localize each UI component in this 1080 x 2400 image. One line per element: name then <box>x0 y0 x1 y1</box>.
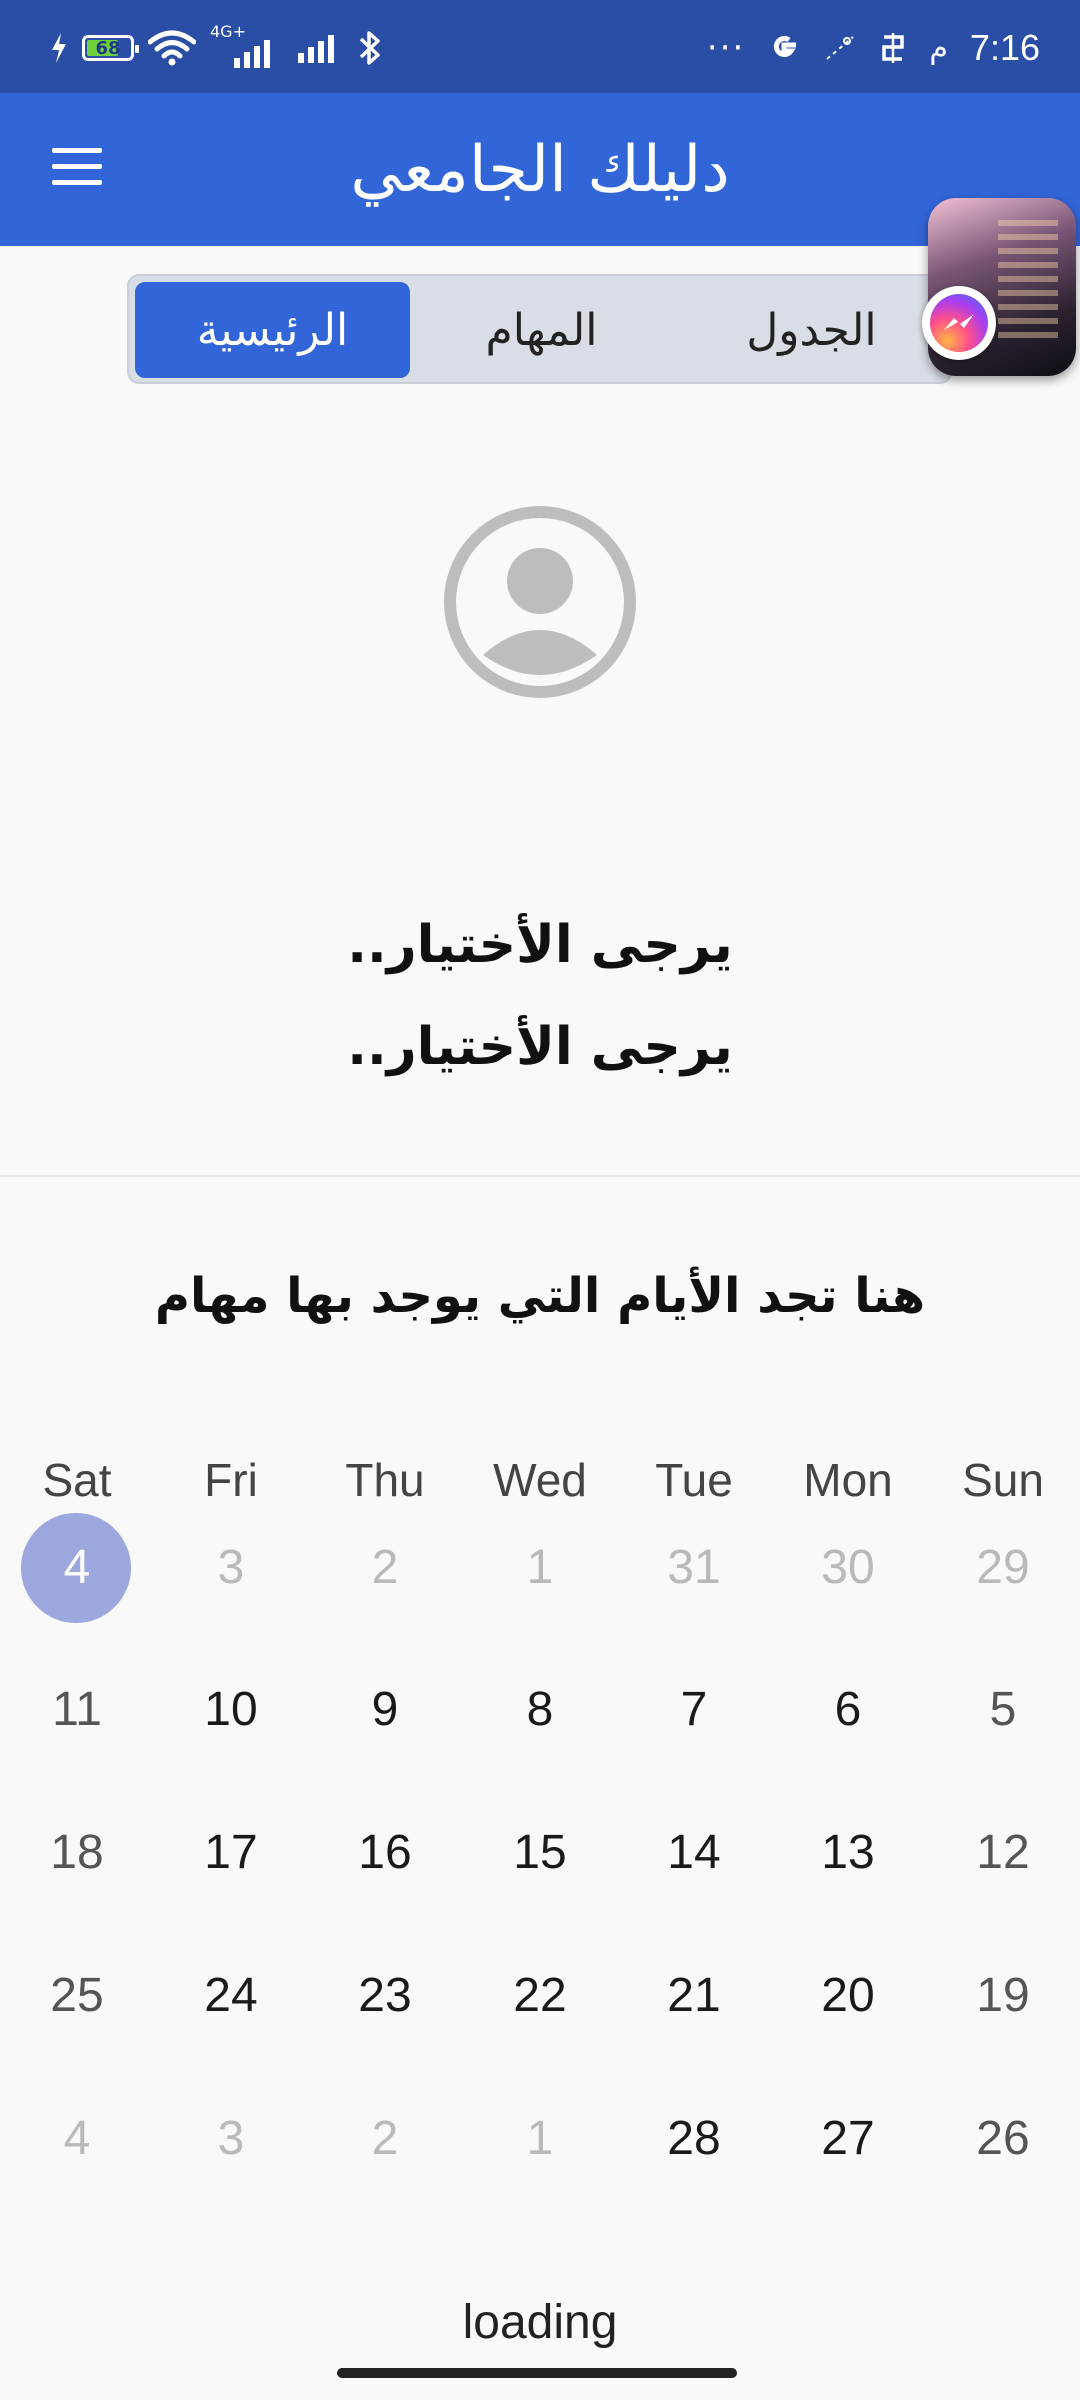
calendar-day[interactable]: 13 <box>788 1803 908 1903</box>
calendar-day[interactable]: 23 <box>325 1946 445 2046</box>
signal-2-icon <box>298 35 334 63</box>
satellite-icon <box>826 36 854 60</box>
battery-level: 68 <box>95 37 121 59</box>
calendar-day[interactable]: 17 <box>171 1803 291 1903</box>
calendar-day[interactable]: 16 <box>325 1803 445 1903</box>
calendar-week-1: 4 3 2 1 31 30 29 <box>0 1518 1080 1618</box>
weekday-label: Sun <box>962 1454 1044 1506</box>
avatar-placeholder-icon <box>444 506 636 698</box>
calendar-day[interactable]: 19 <box>943 1946 1063 2046</box>
tab-tasks[interactable]: المهام <box>404 282 679 378</box>
calendar-week-2: 11 10 9 8 7 6 5 <box>0 1660 1080 1760</box>
calendar-day[interactable]: 26 <box>943 2089 1063 2189</box>
calendar-day[interactable]: 5 <box>943 1660 1063 1760</box>
calendar-day[interactable]: 1 <box>480 1518 600 1618</box>
calendar-week-5: 4 3 2 1 28 27 26 <box>0 2089 1080 2189</box>
calendar-day[interactable]: 20 <box>788 1946 908 2046</box>
calendar-day[interactable]: 18 <box>17 1803 137 1903</box>
charging-icon <box>52 33 66 63</box>
calendar-day[interactable]: 25 <box>17 1946 137 2046</box>
signal-group: 4G+ <box>210 22 284 68</box>
weekday-label: Tue <box>655 1454 733 1506</box>
signal-1-icon <box>234 40 270 68</box>
calendar-day[interactable]: 29 <box>943 1518 1063 1618</box>
weekday-label: Wed <box>493 1454 587 1506</box>
calendar-week-3: 18 17 16 15 14 13 12 <box>0 1803 1080 1903</box>
calendar-day[interactable]: 9 <box>325 1660 445 1760</box>
selection-prompt-2: ..يرجى الأختيار <box>347 1017 733 1077</box>
calendar-day[interactable]: 22 <box>480 1946 600 2046</box>
tab-home[interactable]: الرئيسية <box>135 282 410 378</box>
calendar-day[interactable]: 15 <box>480 1803 600 1903</box>
messenger-icon[interactable] <box>922 286 996 360</box>
section-divider <box>0 1175 1080 1177</box>
calendar-day-selected[interactable]: 4 <box>17 1518 137 1618</box>
calendar-day[interactable]: 2 <box>325 1518 445 1618</box>
app-bar: دليلك الجامعي <box>0 93 1080 246</box>
weekday-label: Sat <box>42 1454 112 1506</box>
app-title: دليلك الجامعي <box>350 133 730 207</box>
calendar-day[interactable]: 28 <box>634 2089 754 2189</box>
battery-icon: 68 <box>82 35 139 61</box>
google-icon <box>774 36 797 57</box>
selection-prompt-1: ..يرجى الأختيار <box>347 915 733 975</box>
calendar-day[interactable]: 14 <box>634 1803 754 1903</box>
calendar-day[interactable]: 10 <box>171 1660 291 1760</box>
weekday-label: Mon <box>803 1454 893 1506</box>
calendar-day[interactable]: 30 <box>788 1518 908 1618</box>
status-right-icons: ··· م 7:16 <box>706 27 1040 68</box>
calendar-day[interactable]: 24 <box>171 1946 291 2046</box>
calendar-day[interactable]: 2 <box>325 2089 445 2189</box>
status-left-icons: 68 4G+ <box>50 22 382 68</box>
weekday-label: Fri <box>204 1454 258 1506</box>
segmented-tabs: الرئيسية المهام الجدول <box>127 274 952 384</box>
tab-schedule[interactable]: الجدول <box>674 282 949 378</box>
calendar-day[interactable]: 6 <box>788 1660 908 1760</box>
calendar-day[interactable]: 11 <box>17 1660 137 1760</box>
calendar-day[interactable]: 21 <box>634 1946 754 2046</box>
weekday-label: Thu <box>345 1454 425 1506</box>
loading-text: loading <box>462 2296 618 2349</box>
more-notifications-icon: ··· <box>706 28 746 68</box>
calendar-day[interactable]: 7 <box>634 1660 754 1760</box>
clock: 7:16 <box>969 27 1040 68</box>
calendar-day[interactable]: 3 <box>171 2089 291 2189</box>
wifi-icon <box>148 30 196 66</box>
wallet-icon <box>882 33 905 63</box>
calendar-week-4: 25 24 23 22 21 20 19 <box>0 1946 1080 2046</box>
home-indicator[interactable] <box>337 2368 737 2378</box>
time-ampm: م <box>929 30 948 66</box>
calendar-day[interactable]: 1 <box>480 2089 600 2189</box>
calendar-day[interactable]: 4 <box>17 2089 137 2189</box>
calendar-day[interactable]: 12 <box>943 1803 1063 1903</box>
bluetooth-icon <box>359 31 380 65</box>
calendar-day[interactable]: 31 <box>634 1518 754 1618</box>
calendar-day[interactable]: 8 <box>480 1660 600 1760</box>
status-bar: 68 4G+ ··· م 7:16 <box>0 0 1080 93</box>
calendar-heading: هنا تجد الأيام التي يوجد بها مهام <box>154 1268 926 1324</box>
calendar-day[interactable]: 27 <box>788 2089 908 2189</box>
calendar-day[interactable]: 3 <box>171 1518 291 1618</box>
